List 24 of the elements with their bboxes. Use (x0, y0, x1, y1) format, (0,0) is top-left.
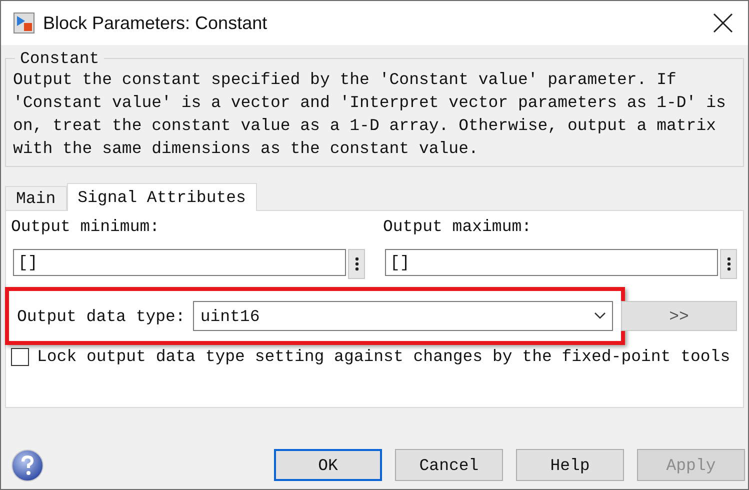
field-label: Output maximum: (383, 217, 533, 236)
help-icon[interactable] (11, 449, 44, 482)
more-button[interactable] (348, 249, 365, 279)
more-button[interactable] (720, 249, 737, 279)
dropdown[interactable]: uint16 (193, 301, 614, 331)
dialog-button[interactable]: OK (274, 449, 382, 481)
chevron-icon (594, 312, 606, 320)
app-icon (13, 12, 35, 34)
tab[interactable]: Main (5, 186, 67, 210)
field-label: Output data type: (17, 306, 186, 326)
window-title: Block Parameters: Constant (43, 12, 268, 34)
dialog-button[interactable]: Help (516, 449, 624, 481)
assistant-button[interactable]: >> (621, 301, 737, 331)
checkbox[interactable] (11, 348, 29, 366)
tab[interactable]: Signal Attributes (66, 183, 257, 211)
field-label: Output minimum: (11, 217, 161, 236)
input-field[interactable]: [] (385, 249, 718, 276)
checkbox-label: Lock output data type setting against changes by the fixed-point tools (37, 347, 730, 366)
group-title: Constant (19, 49, 100, 68)
ellipsis-icon (354, 256, 358, 272)
dialog-button[interactable]: Cancel (395, 449, 503, 481)
description-text: Output the constant specified by the 'Constant value' parameter. If 'Constant value' is a vector and 'Interpret vector parameters as 1-D' is on, treat the constant value as a 1-D array. Otherwise, output a matrix with the same dimensions as the constant value. (13, 69, 727, 160)
ellipsis-icon (726, 256, 730, 272)
input-field[interactable]: [] (13, 249, 346, 276)
